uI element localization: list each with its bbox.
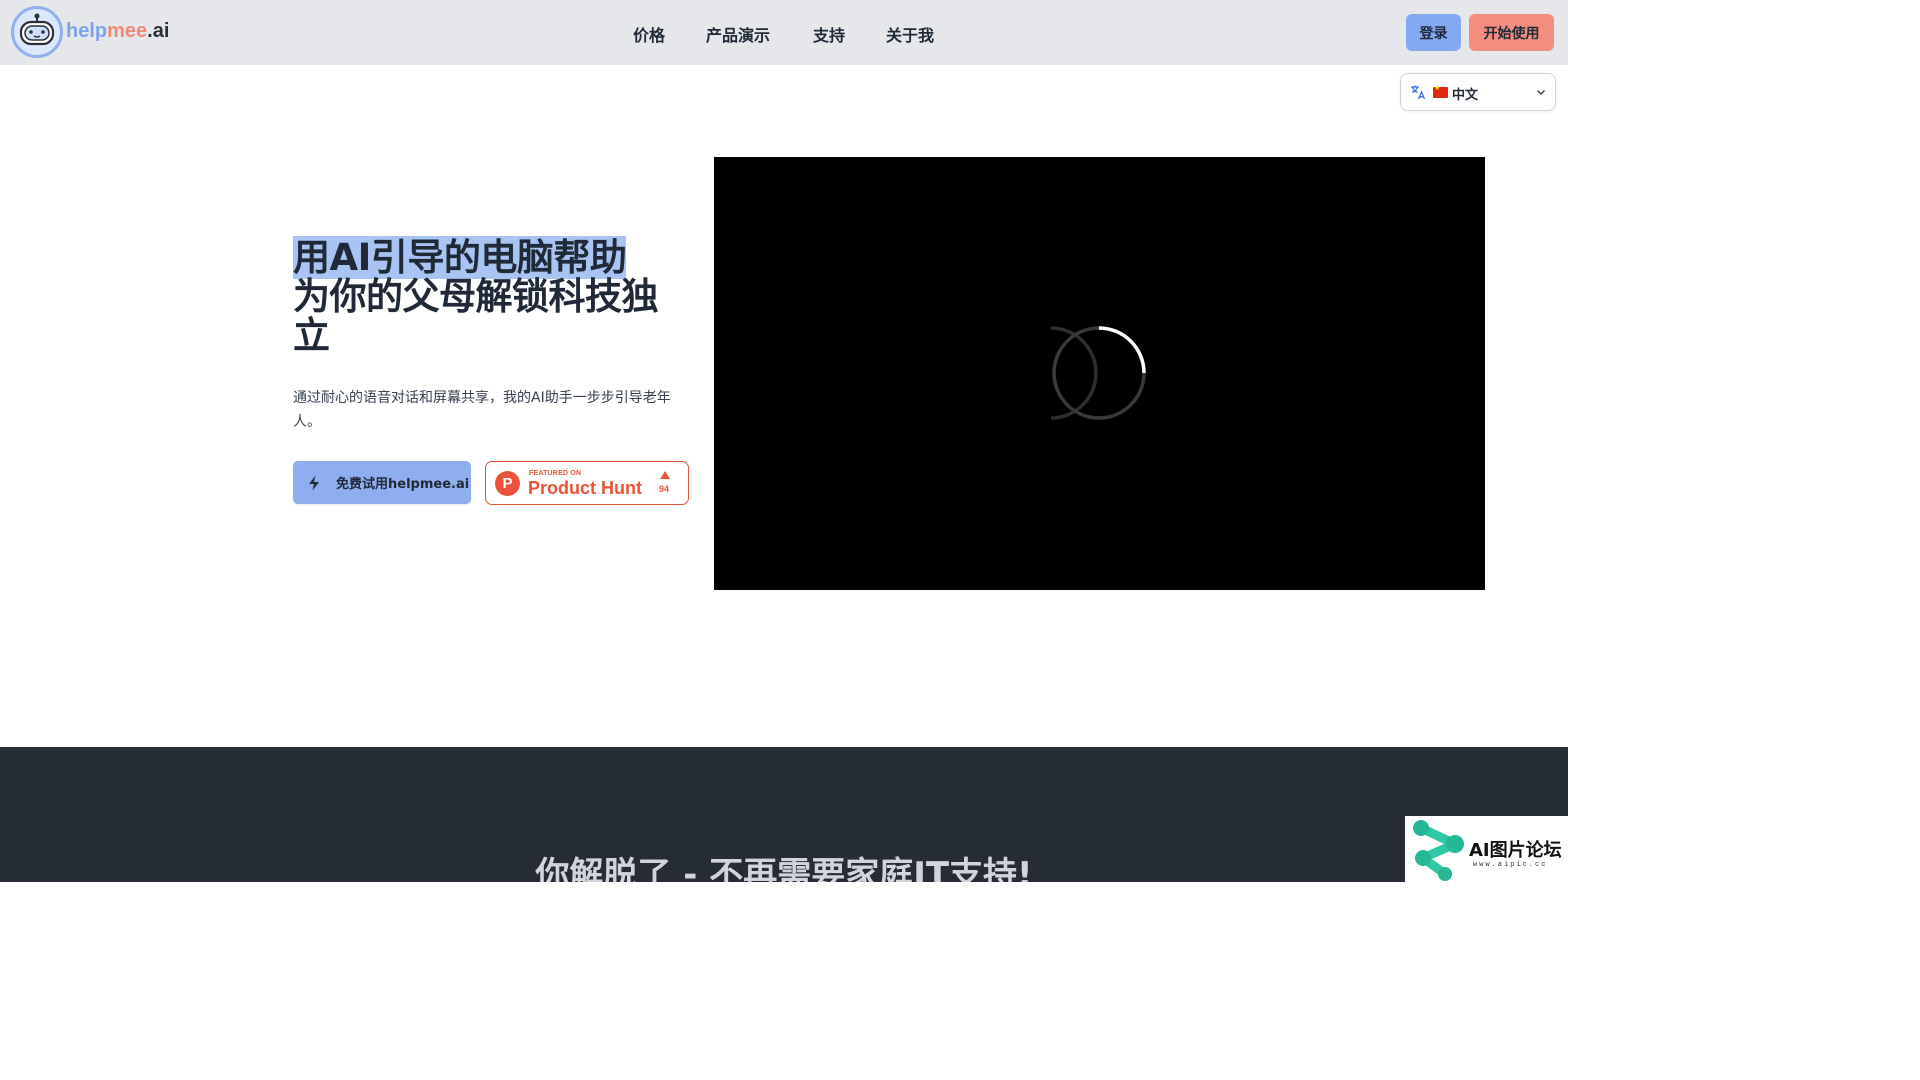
hero-title: 用AI引导的电脑帮助 为你的父母解锁科技独立 bbox=[293, 236, 693, 357]
free-trial-label: 免费试用helpmee.ai bbox=[336, 477, 470, 492]
relief-section: 你解脱了 - 不再需要家庭IT支持! bbox=[0, 747, 1568, 882]
hero-title-highlighted: 用AI引导的电脑帮助 bbox=[293, 236, 627, 279]
brand-name[interactable]: helpmee.ai bbox=[66, 20, 169, 43]
demo-video-player[interactable] bbox=[714, 157, 1485, 590]
chevron-down-icon bbox=[1537, 90, 1545, 95]
molecule-logo-icon bbox=[1413, 820, 1464, 881]
china-flag-icon bbox=[1433, 84, 1448, 98]
relief-section-title: 你解脱了 - 不再需要家庭IT支持! bbox=[535, 855, 1033, 882]
product-hunt-logo-icon: P bbox=[495, 471, 520, 496]
upvote-count: 94 bbox=[659, 484, 670, 494]
login-button[interactable]: 登录 bbox=[1406, 14, 1461, 51]
product-hunt-label: Product Hunt bbox=[528, 478, 642, 498]
language-select[interactable]: 中文 bbox=[1400, 73, 1556, 111]
brand-part-ai: .ai bbox=[147, 20, 170, 42]
lightning-icon bbox=[309, 475, 319, 490]
robot-logo-icon[interactable] bbox=[11, 6, 63, 58]
nav-link-about[interactable]: 关于我 bbox=[886, 22, 934, 46]
brand-part-help: help bbox=[66, 20, 108, 42]
product-hunt-featured-label: FEATURED ON bbox=[529, 470, 582, 477]
hero-title-rest: 为你的父母解锁科技独立 bbox=[293, 275, 659, 357]
watermark: AI图片论坛 www.aipic.cc bbox=[1405, 816, 1568, 882]
get-started-button[interactable]: 开始使用 bbox=[1469, 14, 1554, 51]
hero-description: 通过耐心的语音对话和屏幕共享，我的AI助手一步步引导老年人。 bbox=[293, 390, 671, 430]
top-navbar: helpmee.ai 价格 产品演示 支持 关于我 登录 开始使用 bbox=[0, 0, 1568, 65]
watermark-title: AI图片论坛 bbox=[1469, 840, 1562, 861]
language-selected-label: 中文 bbox=[1452, 88, 1479, 103]
product-hunt-badge[interactable]: P FEATURED ON Product Hunt 94 bbox=[485, 461, 689, 505]
nav-link-support[interactable]: 支持 bbox=[813, 22, 845, 46]
upvote-arrow-icon bbox=[660, 471, 670, 479]
nav-link-pricing[interactable]: 价格 bbox=[633, 22, 665, 46]
loading-spinner-icon bbox=[1051, 326, 1146, 420]
free-trial-button[interactable]: 免费试用helpmee.ai bbox=[293, 461, 471, 504]
watermark-url: www.aipic.cc bbox=[1473, 861, 1548, 869]
brand-part-mee: mee bbox=[107, 20, 148, 42]
nav-link-demo[interactable]: 产品演示 bbox=[706, 22, 770, 46]
translate-icon bbox=[1411, 85, 1426, 100]
